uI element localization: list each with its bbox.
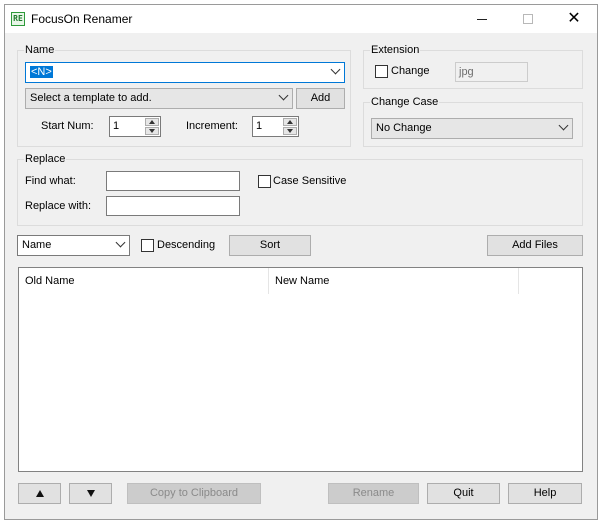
start-num-value: 1 bbox=[113, 120, 120, 132]
maximize-button[interactable] bbox=[505, 5, 551, 33]
start-num-up-button[interactable] bbox=[145, 118, 159, 126]
increment-label: Increment: bbox=[186, 120, 238, 132]
help-button[interactable]: Help bbox=[508, 483, 582, 504]
increment-up-button[interactable] bbox=[283, 118, 297, 126]
chevron-down-icon bbox=[115, 237, 126, 248]
chevron-down-icon bbox=[330, 64, 341, 75]
triangle-down-icon bbox=[287, 129, 293, 133]
find-what-input[interactable] bbox=[106, 171, 240, 191]
maximize-icon bbox=[523, 14, 533, 24]
close-icon: ✕ bbox=[567, 10, 581, 27]
change-case-group-label: Change Case bbox=[370, 96, 440, 108]
start-num-label: Start Num: bbox=[41, 120, 94, 132]
add-template-button[interactable]: Add bbox=[296, 88, 345, 109]
sort-by-value: Name bbox=[22, 239, 52, 251]
start-num-stepper[interactable]: 1 bbox=[109, 116, 161, 137]
column-header-new-name[interactable]: New Name bbox=[269, 268, 519, 294]
increment-value: 1 bbox=[256, 120, 263, 132]
column-header-old-name[interactable]: Old Name bbox=[19, 268, 269, 294]
sort-button[interactable]: Sort bbox=[229, 235, 311, 256]
arrow-down-icon bbox=[86, 489, 95, 497]
change-extension-checkbox[interactable] bbox=[375, 65, 388, 78]
triangle-down-icon bbox=[149, 129, 155, 133]
close-button[interactable]: ✕ bbox=[551, 5, 597, 33]
rename-button[interactable]: Rename bbox=[328, 483, 419, 504]
increment-down-button[interactable] bbox=[283, 127, 297, 135]
increment-stepper[interactable]: 1 bbox=[252, 116, 299, 137]
extension-field[interactable]: jpg bbox=[455, 62, 528, 82]
find-what-label: Find what: bbox=[25, 175, 76, 187]
minimize-button[interactable] bbox=[459, 5, 505, 33]
case-sensitive-checkbox[interactable] bbox=[258, 175, 271, 188]
triangle-up-icon bbox=[287, 120, 293, 124]
replace-group-label: Replace bbox=[24, 153, 67, 165]
add-files-button[interactable]: Add Files bbox=[487, 235, 583, 256]
chevron-down-icon bbox=[278, 90, 289, 101]
change-extension-label: Change bbox=[391, 65, 430, 77]
move-down-button[interactable] bbox=[69, 483, 112, 504]
arrow-up-icon bbox=[35, 489, 44, 497]
file-list[interactable]: Old Name New Name bbox=[18, 267, 583, 472]
sort-by-select[interactable]: Name bbox=[17, 235, 130, 256]
template-select[interactable]: Select a template to add. bbox=[25, 88, 293, 109]
quit-button[interactable]: Quit bbox=[427, 483, 500, 504]
replace-with-input[interactable] bbox=[106, 196, 240, 216]
increment-spin-buttons bbox=[283, 118, 297, 135]
minimize-icon bbox=[477, 18, 487, 20]
descending-label: Descending bbox=[157, 239, 216, 251]
case-sensitive-label: Case Sensitive bbox=[273, 175, 347, 187]
name-group-label: Name bbox=[24, 44, 56, 56]
renamer-window: RE FocusOn Renamer ✕ Name <N> Select a t… bbox=[4, 4, 598, 520]
replace-group bbox=[17, 159, 583, 226]
name-pattern-combo[interactable]: <N> bbox=[25, 62, 345, 83]
app-icon: RE bbox=[11, 12, 25, 26]
start-num-spin-buttons bbox=[145, 118, 159, 135]
window-title: FocusOn Renamer bbox=[31, 12, 133, 26]
replace-with-label: Replace with: bbox=[25, 200, 92, 212]
template-select-placeholder: Select a template to add. bbox=[30, 92, 152, 104]
name-pattern-value: <N> bbox=[30, 66, 53, 78]
descending-checkbox[interactable] bbox=[141, 239, 154, 252]
start-num-down-button[interactable] bbox=[145, 127, 159, 135]
change-case-value: No Change bbox=[376, 122, 432, 134]
title-bar[interactable]: RE FocusOn Renamer ✕ bbox=[5, 5, 597, 33]
chevron-down-icon bbox=[558, 120, 569, 131]
extension-group-label: Extension bbox=[370, 44, 421, 56]
move-up-button[interactable] bbox=[18, 483, 61, 504]
triangle-up-icon bbox=[149, 120, 155, 124]
change-case-select[interactable]: No Change bbox=[371, 118, 573, 139]
copy-to-clipboard-button[interactable]: Copy to Clipboard bbox=[127, 483, 261, 504]
